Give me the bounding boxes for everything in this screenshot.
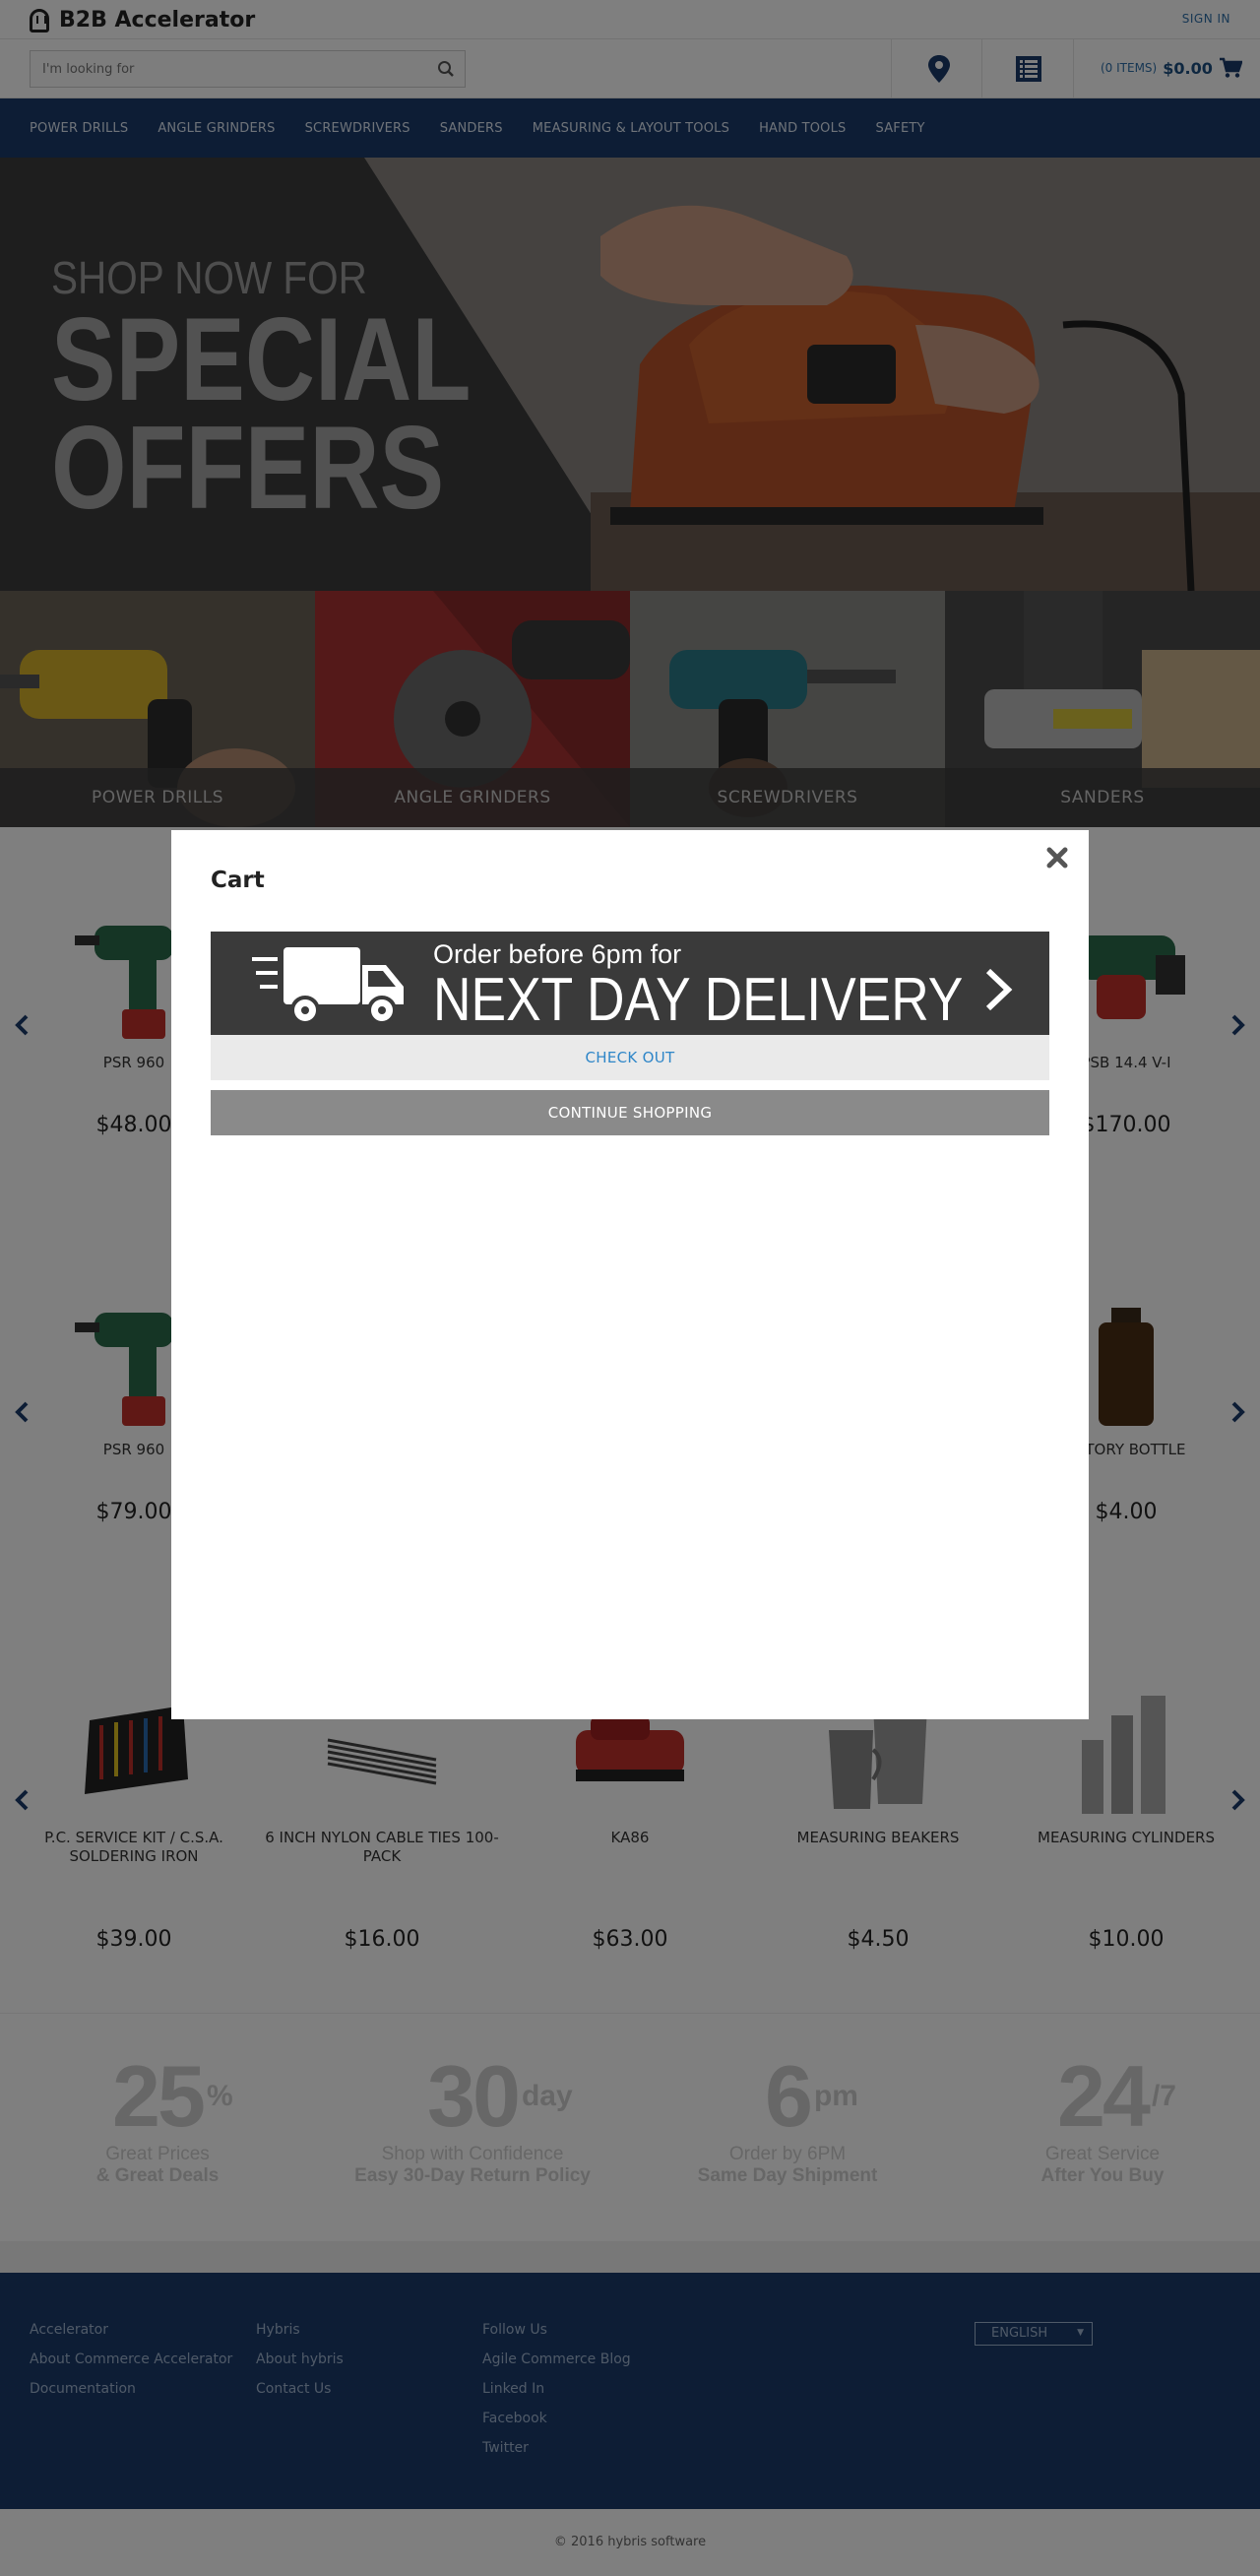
- delivery-truck-icon: [252, 947, 404, 1025]
- chevron-right-icon: [985, 968, 1013, 1011]
- continue-shopping-button[interactable]: CONTINUE SHOPPING: [211, 1090, 1049, 1135]
- modal-title: Cart: [211, 868, 265, 893]
- checkout-button[interactable]: CHECK OUT: [211, 1035, 1049, 1080]
- cart-modal: Cart Order before 6pm for NEXT DAY DELIV…: [171, 830, 1089, 1719]
- banner-headline: NEXT DAY DELIVERY: [433, 966, 964, 1034]
- next-day-delivery-banner[interactable]: Order before 6pm for NEXT DAY DELIVERY: [211, 932, 1049, 1035]
- close-icon[interactable]: [1043, 844, 1071, 871]
